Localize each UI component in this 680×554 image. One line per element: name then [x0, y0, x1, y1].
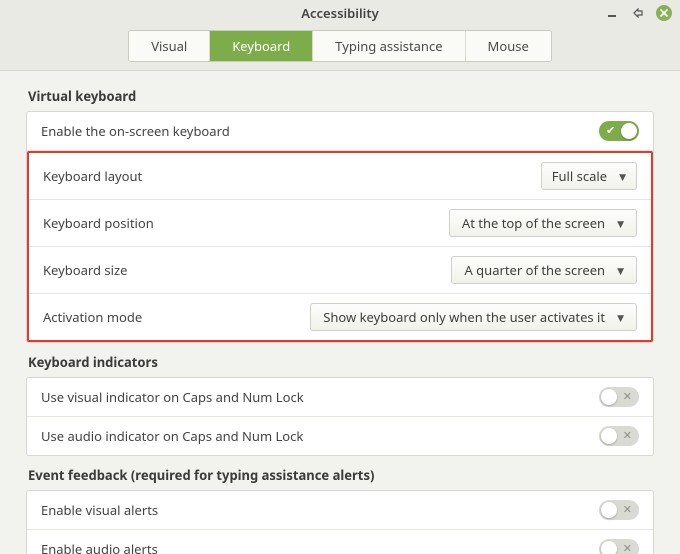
panel-event-feedback: Enable visual alerts ✕ Enable audio aler… [26, 490, 654, 554]
toggle-visual-indicator[interactable]: ✕ [599, 387, 639, 407]
label-activation-mode: Activation mode [43, 308, 142, 326]
page-body: Virtual keyboard Enable the on-screen ke… [0, 71, 680, 554]
toggle-knob [621, 123, 637, 139]
tab-visual[interactable]: Visual [129, 31, 210, 61]
label-enable-onscreen-keyboard: Enable the on-screen keyboard [41, 122, 230, 140]
maximize-button[interactable] [630, 5, 646, 21]
row-keyboard-size: Keyboard size A quarter of the screen ▼ [29, 247, 651, 294]
label-audio-indicator: Use audio indicator on Caps and Num Lock [41, 427, 303, 445]
label-visual-indicator: Use visual indicator on Caps and Num Loc… [41, 388, 304, 406]
chevron-down-icon: ▼ [617, 264, 624, 277]
highlighted-settings-group: Keyboard layout Full scale ▼ Keyboard po… [27, 151, 653, 342]
x-icon: ✕ [623, 390, 632, 404]
label-keyboard-layout: Keyboard layout [43, 167, 142, 185]
label-keyboard-position: Keyboard position [43, 214, 154, 232]
panel-virtual-keyboard: Enable the on-screen keyboard ✔ Keyboard… [26, 111, 654, 343]
section-title-keyboard-indicators: Keyboard indicators [28, 353, 654, 371]
row-keyboard-position: Keyboard position At the top of the scre… [29, 200, 651, 247]
label-enable-visual-alerts: Enable visual alerts [41, 501, 158, 519]
toggle-knob [601, 428, 617, 444]
tabs: Visual Keyboard Typing assistance Mouse [128, 30, 552, 62]
row-keyboard-layout: Keyboard layout Full scale ▼ [29, 153, 651, 200]
tab-typing-assistance[interactable]: Typing assistance [313, 31, 465, 61]
titlebar: Accessibility [0, 0, 680, 26]
window-controls [604, 0, 672, 26]
tab-bar: Visual Keyboard Typing assistance Mouse [0, 26, 680, 62]
section-title-virtual-keyboard: Virtual keyboard [28, 87, 654, 105]
label-keyboard-size: Keyboard size [43, 261, 127, 279]
dropdown-value: A quarter of the screen [464, 261, 605, 279]
toggle-knob [601, 541, 617, 554]
toggle-knob [601, 502, 617, 518]
dropdown-keyboard-layout[interactable]: Full scale ▼ [541, 162, 637, 190]
dropdown-value: At the top of the screen [462, 214, 605, 232]
dropdown-activation-mode[interactable]: Show keyboard only when the user activat… [310, 303, 637, 331]
row-enable-visual-alerts: Enable visual alerts ✕ [27, 491, 653, 530]
minimize-button[interactable] [604, 5, 620, 21]
toggle-enable-visual-alerts[interactable]: ✕ [599, 500, 639, 520]
chevron-down-icon: ▼ [619, 170, 626, 183]
window-title: Accessibility [301, 4, 378, 22]
toggle-audio-indicator[interactable]: ✕ [599, 426, 639, 446]
x-icon: ✕ [623, 429, 632, 443]
check-icon: ✔ [606, 124, 615, 138]
x-icon: ✕ [623, 503, 632, 517]
toggle-enable-onscreen-keyboard[interactable]: ✔ [599, 121, 639, 141]
toggle-enable-audio-alerts[interactable]: ✕ [599, 539, 639, 554]
chevron-down-icon: ▼ [617, 217, 624, 230]
row-enable-audio-alerts: Enable audio alerts ✕ [27, 530, 653, 554]
row-visual-indicator: Use visual indicator on Caps and Num Loc… [27, 378, 653, 417]
chevron-down-icon: ▼ [617, 311, 624, 324]
section-title-event-feedback: Event feedback (required for typing assi… [28, 466, 654, 484]
dropdown-keyboard-position[interactable]: At the top of the screen ▼ [449, 209, 637, 237]
row-enable-onscreen-keyboard: Enable the on-screen keyboard ✔ [27, 112, 653, 151]
close-button[interactable] [656, 5, 672, 21]
tab-keyboard[interactable]: Keyboard [210, 31, 313, 61]
toggle-knob [601, 389, 617, 405]
x-icon: ✕ [623, 542, 632, 554]
dropdown-keyboard-size[interactable]: A quarter of the screen ▼ [451, 256, 637, 284]
row-audio-indicator: Use audio indicator on Caps and Num Lock… [27, 417, 653, 455]
row-activation-mode: Activation mode Show keyboard only when … [29, 294, 651, 340]
dropdown-value: Full scale [552, 167, 607, 185]
label-enable-audio-alerts: Enable audio alerts [41, 540, 158, 554]
dropdown-value: Show keyboard only when the user activat… [323, 308, 605, 326]
panel-keyboard-indicators: Use visual indicator on Caps and Num Loc… [26, 377, 654, 456]
tab-mouse[interactable]: Mouse [466, 31, 551, 61]
